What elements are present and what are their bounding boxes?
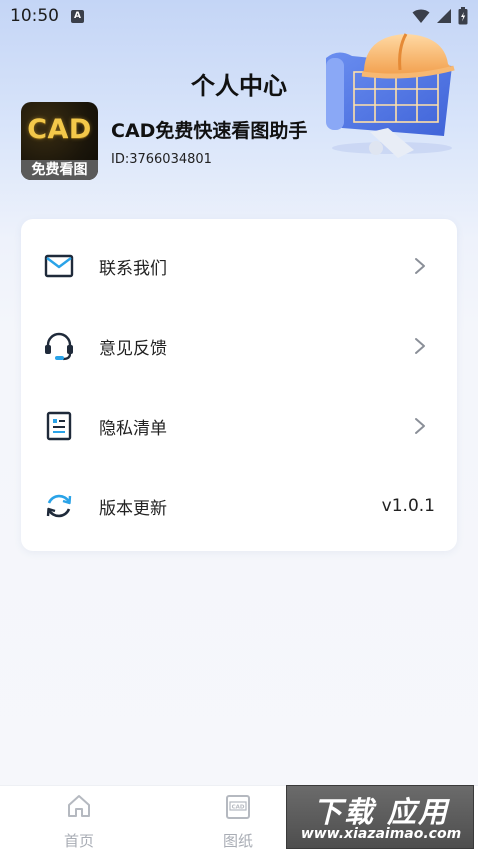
- page-title: 个人中心: [191, 72, 287, 100]
- mail-icon: [43, 250, 75, 282]
- menu-item-contact-us[interactable]: 联系我们: [21, 226, 457, 306]
- version-number: v1.0.1: [381, 496, 435, 516]
- document-icon: [43, 410, 75, 442]
- menu-item-privacy-list[interactable]: 隐私清单: [21, 386, 457, 466]
- watermark-title: 下载 应用: [312, 795, 450, 829]
- tab-home[interactable]: 首页: [39, 786, 119, 851]
- settings-menu-card: 联系我们 意见反馈 隐私清单 版本更新 v1.0.1: [21, 219, 457, 551]
- svg-text:CAD: CAD: [232, 805, 245, 811]
- user-id: ID:3766034801: [111, 152, 212, 167]
- status-indicators: [412, 7, 468, 25]
- headset-icon: [43, 330, 75, 362]
- status-time: 10:50: [10, 6, 59, 26]
- logo-cad-text: CAD: [27, 114, 92, 145]
- chevron-right-icon: [415, 338, 425, 354]
- logo-subtext: 免费看图: [21, 160, 98, 180]
- status-bar: 10:50 A: [0, 0, 478, 32]
- menu-item-version-update[interactable]: 版本更新 v1.0.1: [21, 466, 457, 546]
- refresh-icon: [43, 490, 75, 522]
- home-icon: [68, 795, 90, 817]
- menu-label-feedback: 意见反馈: [99, 338, 167, 359]
- menu-label-privacy-list: 隐私清单: [99, 418, 167, 439]
- menu-label-contact-us: 联系我们: [99, 258, 167, 279]
- profile-screen: 10:50 A 个人中心 CAD 免费看图 CAD免费快速看图助手 ID:376…: [0, 0, 478, 851]
- app-logo: CAD 免费看图: [21, 102, 98, 180]
- watermark-url: www.xiazaimao.com: [300, 826, 462, 842]
- site-watermark: 下载 应用 www.xiazaimao.com: [286, 785, 474, 849]
- chevron-right-icon: [415, 418, 425, 434]
- tab-drawings[interactable]: CAD 图纸: [198, 786, 278, 851]
- app-name: CAD免费快速看图助手: [111, 120, 308, 142]
- menu-label-version-update: 版本更新: [99, 498, 167, 519]
- notification-badge-icon: A: [71, 9, 84, 23]
- cad-drawing-icon: CAD: [226, 795, 250, 819]
- chevron-right-icon: [415, 258, 425, 274]
- menu-item-feedback[interactable]: 意见反馈: [21, 306, 457, 386]
- tab-drawings-label: 图纸: [222, 832, 253, 850]
- tab-home-label: 首页: [63, 832, 94, 850]
- cellular-signal-icon: [437, 9, 451, 23]
- wifi-icon: [412, 9, 430, 23]
- battery-icon: [458, 7, 468, 25]
